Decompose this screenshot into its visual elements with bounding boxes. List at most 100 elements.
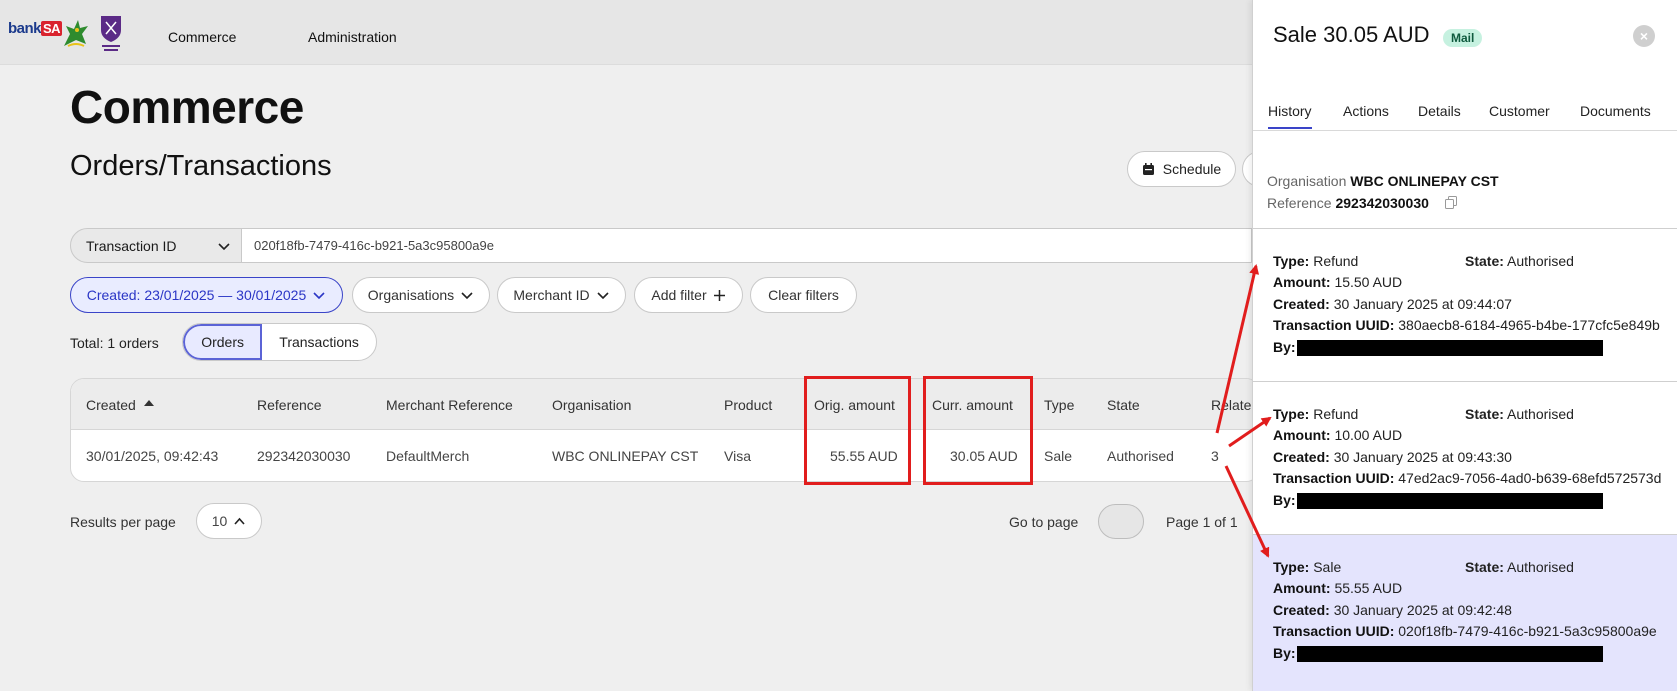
by-label: By:	[1273, 339, 1296, 355]
created-date-filter[interactable]: Created: 23/01/2025 — 30/01/2025	[70, 277, 343, 313]
created-label: Created:	[1273, 449, 1330, 465]
col-reference[interactable]: Reference	[257, 397, 322, 413]
toggle-orders[interactable]: Orders	[183, 324, 263, 360]
col-type[interactable]: Type	[1044, 397, 1074, 413]
tab-actions[interactable]: Actions	[1343, 103, 1389, 119]
merchant-id-filter-label: Merchant ID	[513, 287, 590, 303]
go-to-page-label: Go to page	[1009, 514, 1079, 530]
cell-reference: 292342030030	[257, 448, 351, 464]
uuid-label: Transaction UUID:	[1273, 470, 1395, 486]
col-created[interactable]: Created	[86, 397, 154, 413]
type-value: Refund	[1313, 253, 1359, 269]
reference-value: 292342030030	[1335, 195, 1429, 211]
chevron-down-icon	[461, 292, 473, 300]
amount-label: Amount:	[1273, 274, 1331, 290]
search-field-select[interactable]: Transaction ID	[70, 228, 242, 263]
total-count: Total: 1 orders	[70, 335, 159, 351]
tab-details[interactable]: Details	[1418, 103, 1461, 119]
cell-related[interactable]: 3	[1211, 448, 1219, 464]
tab-history[interactable]: History	[1268, 103, 1312, 129]
add-filter-button[interactable]: Add filter	[634, 277, 743, 313]
panel-title: Sale 30.05 AUD	[1273, 22, 1430, 47]
sort-ascending-icon	[143, 400, 154, 406]
logo-text: bank	[8, 20, 42, 37]
clear-filters-label: Clear filters	[768, 287, 839, 303]
organisations-filter[interactable]: Organisations	[352, 277, 490, 313]
cell-merchant-reference: DefaultMerch	[386, 448, 470, 464]
col-product[interactable]: Product	[724, 397, 772, 413]
merchant-id-filter[interactable]: Merchant ID	[497, 277, 626, 313]
col-merchant-reference[interactable]: Merchant Reference	[386, 397, 513, 413]
tab-customer[interactable]: Customer	[1489, 103, 1550, 119]
history-item-refund-1[interactable]: Type: Refund State: Authorised Amount: 1…	[1253, 228, 1677, 380]
state-label: State:	[1465, 559, 1504, 575]
created-label: Created:	[1273, 602, 1330, 618]
toggle-transactions[interactable]: Transactions	[262, 324, 376, 360]
redacted-by	[1297, 646, 1603, 662]
orders-transactions-toggle: Orders Transactions	[182, 323, 377, 361]
tab-documents[interactable]: Documents	[1580, 103, 1651, 119]
uuid-label: Transaction UUID:	[1273, 317, 1395, 333]
uuid-value: 020f18fb-7479-416c-b921-5a3c95800a9e	[1398, 623, 1657, 639]
table-header: Created Reference Merchant Reference Org…	[71, 379, 1259, 430]
state-value: Authorised	[1507, 406, 1574, 422]
state-value: Authorised	[1507, 559, 1574, 575]
redacted-by	[1297, 493, 1603, 509]
go-to-page-input[interactable]	[1098, 504, 1144, 539]
col-state[interactable]: State	[1107, 397, 1140, 413]
amount-label: Amount:	[1273, 427, 1331, 443]
nav-administration[interactable]: Administration	[308, 29, 397, 45]
type-label: Type:	[1273, 253, 1310, 269]
amount-value: 55.55 AUD	[1334, 580, 1403, 596]
uuid-value: 380aecb8-6184-4965-b4be-177cfc5e849b	[1398, 317, 1660, 333]
banksa-logo[interactable]: bank SA	[8, 20, 63, 37]
created-value: 30 January 2025 at 09:44:07	[1333, 296, 1512, 312]
state-label: State:	[1465, 406, 1504, 422]
results-per-page-select[interactable]: 10	[196, 503, 262, 539]
close-icon[interactable]: ×	[1633, 25, 1655, 47]
col-created-label: Created	[86, 397, 136, 413]
by-label: By:	[1273, 492, 1296, 508]
amount-label: Amount:	[1273, 580, 1331, 596]
transaction-detail-panel: Sale 30.05 AUD Mail × History Actions De…	[1252, 0, 1677, 691]
annotation-box-curr-amount	[923, 376, 1033, 485]
redacted-by	[1297, 340, 1603, 356]
plus-icon	[713, 289, 725, 301]
orders-table: Created Reference Merchant Reference Org…	[70, 378, 1260, 482]
chevron-down-icon	[597, 292, 609, 300]
copy-icon[interactable]	[1444, 196, 1457, 209]
type-value: Refund	[1313, 406, 1359, 422]
cell-created: 30/01/2025, 09:42:43	[86, 448, 219, 464]
type-value: Sale	[1313, 559, 1342, 575]
by-label: By:	[1273, 645, 1296, 661]
page-indicator: Page 1 of 1	[1166, 514, 1238, 530]
history-item-refund-2[interactable]: Type: Refund State: Authorised Amount: 1…	[1253, 381, 1677, 533]
calendar-icon	[1142, 162, 1154, 175]
cell-product: Visa	[724, 448, 751, 464]
state-label: State:	[1465, 253, 1504, 269]
results-per-page-label: Results per page	[70, 514, 176, 530]
schedule-button[interactable]: Schedule	[1127, 151, 1236, 187]
cell-organisation: WBC ONLINEPAY CST	[552, 448, 699, 464]
results-per-page-value: 10	[211, 513, 228, 529]
cell-state: Authorised	[1107, 448, 1174, 464]
col-organisation[interactable]: Organisation	[552, 397, 631, 413]
panel-tabs: History Actions Details Customer Documen…	[1253, 95, 1677, 131]
history-item-sale[interactable]: Type: Sale State: Authorised Amount: 55.…	[1253, 534, 1677, 691]
search-input[interactable]: 020f18fb-7479-416c-b921-5a3c95800a9e	[242, 228, 1252, 263]
schedule-label: Schedule	[1162, 161, 1222, 177]
uuid-value: 47ed2ac9-7056-4ad0-b639-68efd572573d	[1398, 470, 1662, 486]
logo-badge: SA	[41, 21, 63, 36]
created-value: 30 January 2025 at 09:42:48	[1333, 602, 1512, 618]
annotation-box-orig-amount	[804, 376, 911, 485]
state-value: Authorised	[1507, 253, 1574, 269]
organisations-filter-label: Organisations	[367, 287, 455, 303]
clear-filters-button[interactable]: Clear filters	[750, 277, 857, 313]
created-filter-label: Created: 23/01/2025 — 30/01/2025	[86, 287, 307, 303]
nav-commerce[interactable]: Commerce	[168, 29, 236, 45]
type-label: Type:	[1273, 406, 1310, 422]
bank-of-melbourne-logo-icon	[101, 16, 121, 51]
reference-label: Reference	[1267, 195, 1332, 211]
amount-value: 10.00 AUD	[1334, 427, 1403, 443]
uuid-label: Transaction UUID:	[1273, 623, 1395, 639]
